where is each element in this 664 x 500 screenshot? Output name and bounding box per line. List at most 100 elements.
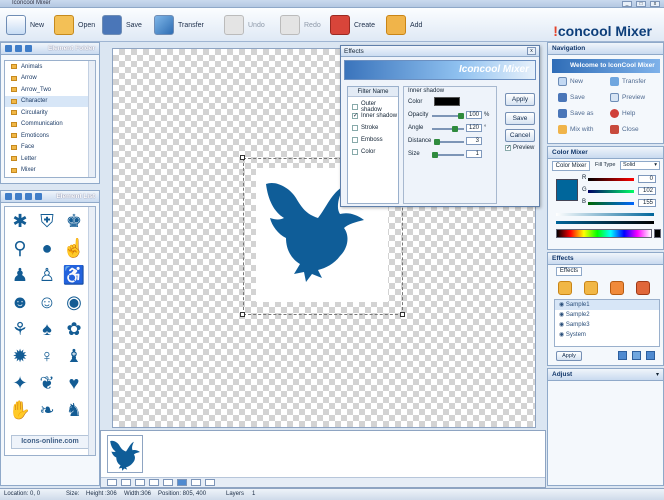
list-item[interactable]: Mixer (5, 165, 95, 177)
hands-icon[interactable]: ✋ (8, 398, 32, 422)
list-item[interactable]: Communication (5, 119, 95, 131)
brightness-slider[interactable] (556, 213, 654, 216)
hearts-icon[interactable]: ♥ (62, 371, 86, 395)
create-button[interactable]: Create (330, 12, 375, 38)
close-button[interactable]: x (650, 1, 660, 7)
pin-icon[interactable]: ⚲ (8, 236, 32, 260)
filter-emboss[interactable]: Emboss (352, 137, 383, 143)
nav-new[interactable]: New (558, 77, 583, 86)
effect-new-icon[interactable] (618, 351, 627, 360)
angle-slider[interactable] (432, 128, 464, 130)
red-slider[interactable] (588, 178, 634, 181)
checkbox[interactable] (352, 104, 358, 110)
preview-checkbox[interactable]: ✓ Preview (505, 145, 534, 151)
distance-slider-knob[interactable] (434, 139, 440, 145)
tab-effects[interactable]: Effects (556, 267, 582, 276)
list-item[interactable]: ◉ Sample1 (555, 300, 659, 310)
flower-icon[interactable]: ✿ (62, 317, 86, 341)
lips-icon[interactable]: ❦ (35, 371, 59, 395)
distance-field[interactable]: 3 (466, 137, 482, 145)
list-item[interactable]: ◉ Sample3 (555, 320, 659, 330)
wheelchair-icon[interactable]: ♿ (62, 263, 86, 287)
color-spectrum[interactable] (556, 229, 652, 238)
effect-puzzle-edit-icon[interactable] (610, 281, 624, 295)
list-item[interactable]: ◉ Sample2 (555, 310, 659, 320)
resize-handle[interactable] (240, 155, 245, 160)
resize-handle[interactable] (400, 312, 405, 317)
filter-outer-shadow[interactable]: Outer shadow (352, 101, 398, 113)
red-field[interactable]: 0 (638, 175, 656, 183)
layer-up-icon[interactable] (107, 479, 117, 486)
new-button[interactable]: New (6, 12, 44, 38)
layer-thumbnail[interactable] (107, 435, 143, 473)
logo[interactable]: Icons-online.com (11, 435, 89, 449)
layer-add-icon[interactable] (177, 479, 187, 486)
folder-view-icon[interactable] (5, 45, 12, 52)
checkbox-checked[interactable]: ✓ (505, 145, 511, 151)
unicorn-icon[interactable]: ♞ (62, 398, 86, 422)
shirt-icon[interactable]: ♚ (62, 209, 86, 233)
transfer-button[interactable]: Transfer (154, 12, 204, 38)
layer-bottom-icon[interactable] (149, 479, 159, 486)
layer-copy-icon[interactable] (163, 479, 173, 486)
resize-handle[interactable] (240, 312, 245, 317)
element-list-scrollbar[interactable] (88, 207, 95, 455)
list-item[interactable]: Circularity (5, 107, 95, 119)
list-item[interactable]: Letter (5, 153, 95, 165)
opacity-slider-knob[interactable] (458, 113, 464, 119)
nav-save-as[interactable]: Save as (558, 109, 594, 118)
collapse-icon[interactable]: ▾ (656, 371, 659, 378)
blue-field[interactable]: 155 (638, 199, 656, 207)
dialog-close-button[interactable]: x (527, 47, 536, 55)
female-icon[interactable]: ♀ (35, 344, 59, 368)
shield-icon[interactable]: ⛨ (35, 209, 59, 233)
alien-icon[interactable]: ♠ (35, 317, 59, 341)
star-icon[interactable]: ✦ (8, 371, 32, 395)
list-view-icon[interactable] (5, 193, 12, 200)
list-zoom-icon[interactable] (15, 193, 22, 200)
list-refresh-icon[interactable] (25, 193, 32, 200)
filter-stroke[interactable]: Stroke (352, 125, 378, 131)
list-item[interactable]: Animals (5, 61, 95, 73)
ball-icon[interactable]: ● (35, 236, 59, 260)
angle-field[interactable]: 120 (466, 124, 482, 132)
list-item[interactable]: ◉ System (555, 330, 659, 340)
angle-slider-knob[interactable] (452, 126, 458, 132)
burst-icon[interactable]: ✹ (8, 344, 32, 368)
filter-color[interactable]: Color (352, 149, 375, 155)
list-item[interactable]: Character (5, 95, 95, 107)
checkbox[interactable] (352, 125, 358, 131)
checkbox[interactable] (352, 149, 358, 155)
person-icon[interactable]: ♙ (35, 263, 59, 287)
effect-save-icon[interactable] (632, 351, 641, 360)
effect-puzzle-add-icon[interactable] (584, 281, 598, 295)
green-field[interactable]: 102 (638, 187, 656, 195)
face-icon[interactable]: ☻ (8, 290, 32, 314)
dove-icon[interactable]: ❧ (35, 398, 59, 422)
add-button[interactable]: Add (386, 12, 422, 38)
list-item[interactable]: Arrow_Two (5, 84, 95, 96)
nav-help[interactable]: Help (610, 109, 635, 118)
effect-puzzle-delete-icon[interactable] (636, 281, 650, 295)
layer-delete-icon[interactable] (205, 479, 215, 486)
folder-delete-icon[interactable] (25, 45, 32, 52)
folder-list-scrollbar[interactable] (88, 61, 95, 177)
apply-button[interactable]: Apply (505, 93, 535, 106)
statue-icon[interactable]: ♝ (62, 344, 86, 368)
helmet-icon[interactable]: ◉ (62, 290, 86, 314)
layer-down-icon[interactable] (121, 479, 131, 486)
alpha-slider[interactable] (556, 221, 654, 224)
layer-lock-icon[interactable] (191, 479, 201, 486)
maximize-button[interactable]: □ (636, 1, 646, 7)
opacity-field[interactable]: 100 (466, 111, 482, 119)
fill-type-select[interactable]: Solid ▾ (620, 161, 660, 170)
nav-transfer[interactable]: Transfer (610, 77, 646, 86)
cancel-button[interactable]: Cancel (505, 129, 535, 142)
list-add-icon[interactable] (35, 193, 42, 200)
nav-preview[interactable]: Preview (610, 93, 645, 102)
checkbox[interactable] (352, 137, 358, 143)
list-item[interactable]: Face (5, 142, 95, 154)
minimize-button[interactable]: _ (622, 1, 632, 7)
checkbox-checked[interactable]: ✓ (352, 113, 358, 119)
black-swatch[interactable] (654, 229, 661, 238)
